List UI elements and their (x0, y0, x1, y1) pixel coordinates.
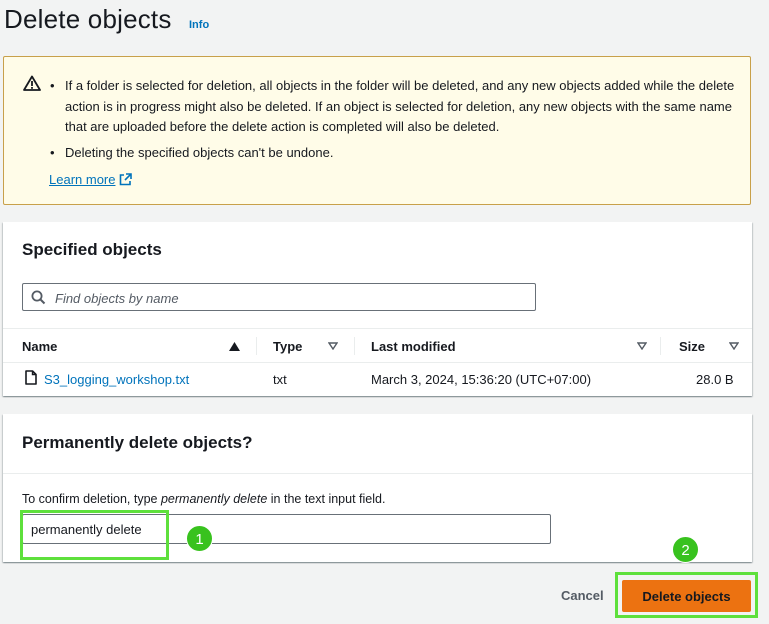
page-title: Delete objects (4, 4, 172, 34)
divider (3, 473, 752, 474)
object-size: 28.0 B (696, 372, 734, 387)
sort-ascending-icon[interactable] (229, 342, 240, 351)
search-field[interactable] (22, 283, 536, 312)
column-separator (256, 337, 257, 355)
instruction-phrase: permanently delete (160, 492, 268, 506)
alert-bullet: Deleting the specified objects can't be … (46, 143, 736, 164)
object-name-link[interactable]: S3_logging_workshop.txt (44, 372, 189, 387)
column-header-size[interactable]: Size (679, 339, 705, 354)
external-link-icon (120, 173, 133, 186)
search-icon (31, 290, 46, 305)
step1-badge: 1 (186, 525, 213, 552)
search-input[interactable] (53, 284, 527, 312)
instruction-suffix: in the text input field. (267, 492, 386, 506)
file-icon (25, 370, 37, 385)
learn-more-link[interactable]: Learn more (49, 172, 133, 187)
column-header-type[interactable]: Type (273, 339, 302, 354)
sort-icon[interactable] (637, 342, 647, 350)
instruction-prefix: To confirm deletion, type (22, 492, 161, 506)
step2-badge: 2 (672, 536, 699, 563)
column-header-name[interactable]: Name (22, 339, 57, 354)
column-separator (354, 337, 355, 355)
cancel-button[interactable]: Cancel (557, 586, 608, 605)
panel-title: Permanently delete objects? (22, 433, 253, 452)
warning-icon (23, 75, 41, 91)
specified-objects-panel: Specified objects Name Type Last modifie… (3, 222, 752, 396)
warning-alert: If a folder is selected for deletion, al… (3, 56, 751, 205)
alert-bullet: If a folder is selected for deletion, al… (46, 76, 736, 138)
column-separator (660, 337, 661, 355)
learn-more-label: Learn more (49, 172, 116, 187)
column-header-last-modified[interactable]: Last modified (371, 339, 456, 354)
info-link[interactable]: Info (189, 19, 209, 31)
panel-title: Specified objects (22, 240, 162, 259)
step1-highlight (20, 510, 169, 560)
table-header: Name Type Last modified Size (3, 328, 752, 363)
delete-objects-button[interactable]: Delete objects (622, 580, 751, 612)
object-type: txt (273, 372, 287, 387)
sort-icon[interactable] (729, 342, 739, 350)
sort-icon[interactable] (328, 342, 338, 350)
alert-list: If a folder is selected for deletion, al… (46, 76, 736, 163)
object-last-modified: March 3, 2024, 15:36:20 (UTC+07:00) (371, 372, 592, 387)
confirm-instruction: To confirm deletion, type permanently de… (22, 492, 385, 506)
